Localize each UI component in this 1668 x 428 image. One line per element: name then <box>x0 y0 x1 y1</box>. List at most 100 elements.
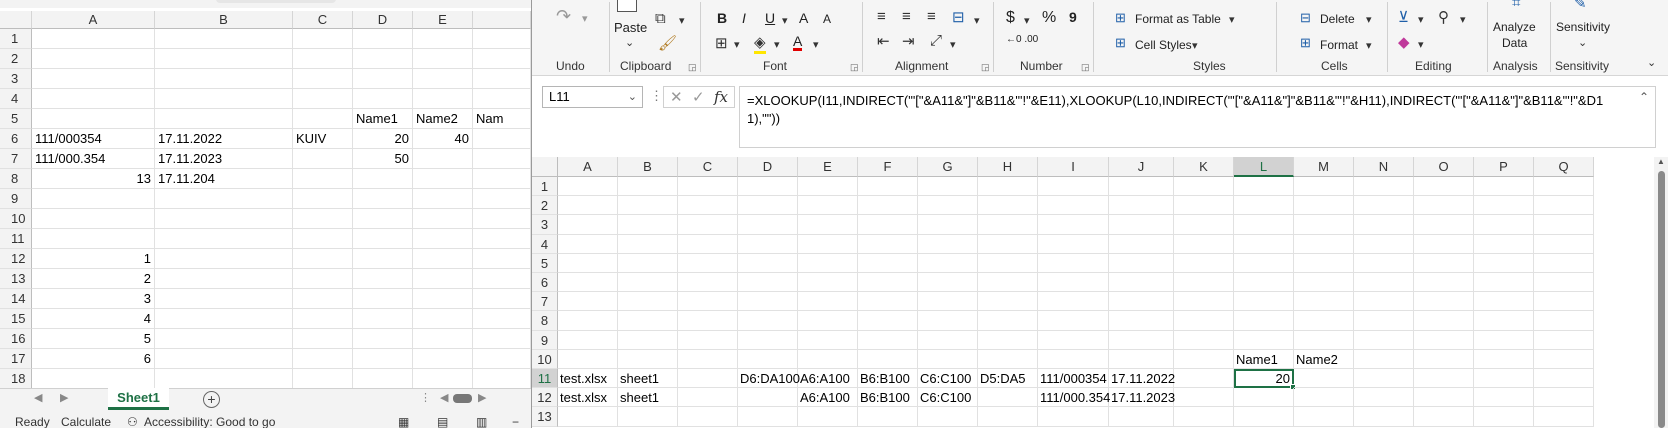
cell-L11[interactable]: 20 <box>1234 369 1296 391</box>
cell-E5[interactable] <box>798 253 858 273</box>
cell-J7[interactable] <box>1109 292 1174 312</box>
cell-B11[interactable]: sheet1 <box>618 369 678 389</box>
cell-E18[interactable] <box>413 369 473 389</box>
cell-A10[interactable] <box>32 209 155 229</box>
format-cells-icon[interactable]: ⊞ <box>1300 35 1311 51</box>
cancel-icon[interactable]: ✕ <box>670 88 683 106</box>
cell-B9[interactable] <box>618 330 678 350</box>
cell-J1[interactable] <box>1109 177 1174 197</box>
cell-A7[interactable]: 111/000.354 <box>32 149 155 169</box>
cell-B6[interactable] <box>618 273 678 293</box>
cell-N7[interactable] <box>1354 292 1414 312</box>
cell-G3[interactable] <box>918 215 978 235</box>
normal-view-icon[interactable]: ▦ <box>398 413 409 428</box>
cell-F13[interactable] <box>473 269 531 289</box>
cell-D13[interactable] <box>738 407 798 427</box>
cell-E12[interactable] <box>413 249 473 269</box>
cell-E9[interactable] <box>413 189 473 209</box>
cell-D3[interactable] <box>353 69 413 89</box>
right-spreadsheet-grid[interactable]: A B C D E F G H I J K L M N O P Q 1 2 3 4 5 6 7 8 9 10 Name1 Name2 11… <box>532 157 1668 428</box>
cell-P9[interactable] <box>1474 330 1534 350</box>
column-header-q[interactable]: Q <box>1534 157 1594 177</box>
number-launcher-icon[interactable]: ◲ <box>1081 62 1090 73</box>
cell-A3[interactable] <box>32 69 155 89</box>
cell-D7[interactable]: 50 <box>353 149 413 169</box>
cell-M2[interactable] <box>1294 196 1354 216</box>
cell-E13[interactable] <box>413 269 473 289</box>
sheet-nav-prev-icon[interactable]: ◀ <box>34 391 42 404</box>
cell-H1[interactable] <box>978 177 1038 197</box>
cell-I4[interactable] <box>1038 234 1109 254</box>
cell-K12[interactable] <box>1174 388 1234 408</box>
cell-E6[interactable] <box>798 273 858 293</box>
cell-A12[interactable]: test.xlsx <box>558 388 618 408</box>
font-color-dropdown-icon[interactable]: ▾ <box>813 38 819 51</box>
row-header-1[interactable]: 1 <box>0 29 32 49</box>
row-header-2[interactable]: 2 <box>0 49 32 69</box>
row-header-18[interactable]: 18 <box>0 369 32 389</box>
cell-Q5[interactable] <box>1534 253 1594 273</box>
cell-A9[interactable] <box>558 330 618 350</box>
cell-J8[interactable] <box>1109 311 1174 331</box>
cell-F5[interactable]: Nam <box>473 109 531 129</box>
cell-I12[interactable]: 111/000.354 <box>1038 388 1110 408</box>
cell-E11[interactable]: A6:A100 <box>798 369 858 389</box>
cell-C8[interactable] <box>678 311 738 331</box>
cell-M13[interactable] <box>1294 407 1354 427</box>
cell-F6[interactable] <box>473 129 531 149</box>
align-bottom-icon[interactable]: ≡ <box>927 8 936 25</box>
cell-H5[interactable] <box>978 253 1038 273</box>
cell-D11[interactable] <box>353 229 413 249</box>
cell-L10[interactable]: Name1 <box>1234 349 1294 369</box>
cell-B11[interactable] <box>155 229 293 249</box>
cell-L6[interactable] <box>1234 273 1294 293</box>
row-header-10[interactable]: 10 <box>0 209 32 229</box>
fill-color-dropdown-icon[interactable]: ▾ <box>774 38 780 51</box>
cell-F16[interactable] <box>473 329 531 349</box>
cell-B8[interactable]: 17.11.204 <box>155 169 293 189</box>
cell-A6[interactable] <box>558 273 618 293</box>
cell-F13[interactable] <box>858 407 918 427</box>
cell-A5[interactable] <box>32 109 155 129</box>
column-header-o[interactable]: O <box>1414 157 1474 177</box>
cell-P7[interactable] <box>1474 292 1534 312</box>
cell-L7[interactable] <box>1234 292 1294 312</box>
page-break-preview-icon[interactable]: ▥ <box>476 413 487 428</box>
cell-K2[interactable] <box>1174 196 1234 216</box>
cell-A4[interactable] <box>558 234 618 254</box>
cell-H10[interactable] <box>978 349 1038 369</box>
cell-O3[interactable] <box>1414 215 1474 235</box>
cell-C14[interactable] <box>293 289 353 309</box>
cell-Q2[interactable] <box>1534 196 1594 216</box>
paste-icon[interactable] <box>617 0 637 12</box>
cell-Q10[interactable] <box>1534 349 1594 369</box>
cell-A3[interactable] <box>558 215 618 235</box>
cell-E10[interactable] <box>798 349 858 369</box>
cell-A9[interactable] <box>32 189 155 209</box>
sensitivity-dropdown-icon[interactable]: ⌄ <box>1578 36 1587 49</box>
cell-H8[interactable] <box>978 311 1038 331</box>
cell-C18[interactable] <box>293 369 353 389</box>
cell-M9[interactable] <box>1294 330 1354 350</box>
cell-H3[interactable] <box>978 215 1038 235</box>
cell-F10[interactable] <box>858 349 918 369</box>
cell-O9[interactable] <box>1414 330 1474 350</box>
cell-B2[interactable] <box>155 49 293 69</box>
font-color-icon[interactable]: A <box>793 34 803 51</box>
page-layout-icon[interactable]: ▤ <box>437 413 448 428</box>
cell-N8[interactable] <box>1354 311 1414 331</box>
cell-E2[interactable] <box>413 49 473 69</box>
cell-E13[interactable] <box>798 407 858 427</box>
italic-button[interactable]: I <box>742 10 746 26</box>
decrease-indent-icon[interactable]: ⇤ <box>877 32 890 50</box>
column-header-b[interactable]: B <box>155 11 293 29</box>
cell-M12[interactable] <box>1294 388 1354 408</box>
cell-G10[interactable] <box>918 349 978 369</box>
cell-J13[interactable] <box>1109 407 1174 427</box>
cell-G1[interactable] <box>918 177 978 197</box>
row-header-15[interactable]: 15 <box>0 309 32 329</box>
cell-E9[interactable] <box>798 330 858 350</box>
column-header-c[interactable]: C <box>678 157 738 177</box>
find-select-icon[interactable]: ⚲ <box>1438 8 1449 26</box>
cell-A11[interactable] <box>32 229 155 249</box>
